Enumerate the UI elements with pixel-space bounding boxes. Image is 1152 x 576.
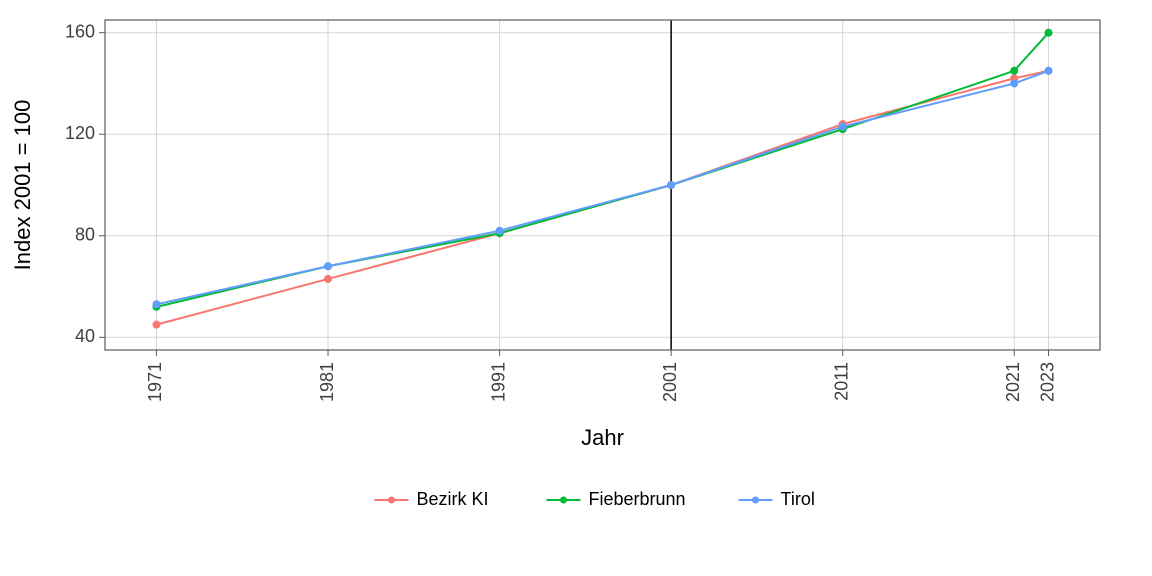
legend-label: Bezirk KI xyxy=(417,489,489,509)
line-chart: 40 80 120 160 1971 1981 1991 2001 2011 2021 2023 In… xyxy=(0,0,1152,576)
series-point xyxy=(1011,67,1018,74)
tick-label-y: 120 xyxy=(65,123,95,143)
series-point xyxy=(153,321,160,328)
tick-label-x: 1991 xyxy=(488,362,508,402)
chart-container: 40 80 120 160 1971 1981 1991 2001 2011 2021 2023 In… xyxy=(0,0,1152,576)
series-point xyxy=(325,263,332,270)
series-point xyxy=(153,301,160,308)
tick-label-x: 1971 xyxy=(145,362,165,402)
tick-label-y: 40 xyxy=(75,326,95,346)
series-point xyxy=(839,123,846,130)
tick-label-x: 2011 xyxy=(831,362,851,401)
x-axis-title: Jahr xyxy=(581,425,624,450)
series-point xyxy=(496,227,503,234)
plot-panel xyxy=(105,20,1100,350)
series-point xyxy=(1011,80,1018,87)
y-axis-title: Index 2001 = 100 xyxy=(10,100,35,271)
tick-label-y: 80 xyxy=(75,225,95,245)
series-point xyxy=(1045,29,1052,36)
series-point xyxy=(325,275,332,282)
series-point xyxy=(668,182,675,189)
tick-label-x: 2001 xyxy=(660,362,680,402)
legend-label: Tirol xyxy=(781,489,815,509)
tick-label-x: 1981 xyxy=(317,362,337,402)
tick-label-y: 160 xyxy=(65,21,95,41)
tick-label-x: 2023 xyxy=(1037,362,1057,402)
series-point xyxy=(1045,67,1052,74)
legend-point xyxy=(752,497,759,504)
legend-item: Fieberbrunn xyxy=(547,489,686,509)
legend-label: Fieberbrunn xyxy=(589,489,686,509)
tick-label-x: 2021 xyxy=(1003,362,1023,402)
legend-point xyxy=(388,497,395,504)
legend-point xyxy=(560,497,567,504)
legend-item: Tirol xyxy=(739,489,815,509)
legend-item: Bezirk KI xyxy=(375,489,489,509)
